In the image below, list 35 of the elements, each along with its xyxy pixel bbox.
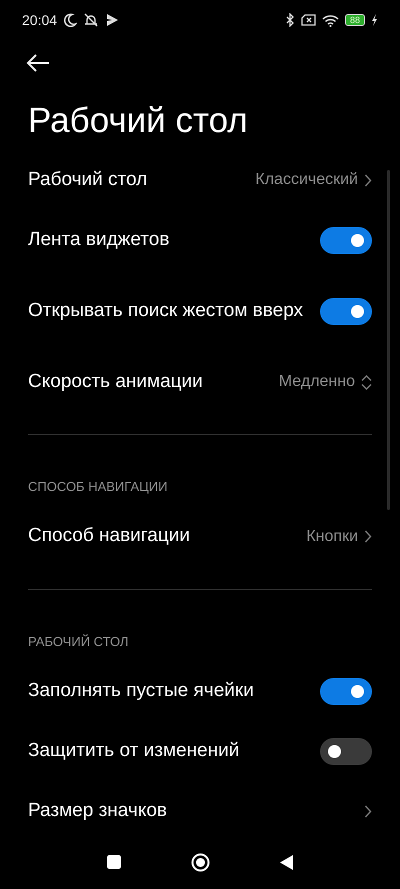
- up-down-chevron-icon: [361, 374, 372, 390]
- wifi-icon: [322, 14, 339, 26]
- section-header: СПОСОБ НАВИГАЦИИ: [27, 478, 168, 496]
- setting-label: Лента виджетов: [28, 228, 170, 252]
- toggle-switch[interactable]: [320, 738, 372, 764]
- no-sim-icon: [300, 14, 316, 26]
- muted-bell-icon: [83, 13, 100, 27]
- chevron-right-icon: [364, 804, 372, 818]
- chevron-right-icon: [364, 174, 372, 186]
- toggle-switch[interactable]: [320, 678, 372, 704]
- setting-label: Открывать поиск жестом вверх: [28, 298, 304, 323]
- recents-button-icon[interactable]: [107, 855, 121, 869]
- setting-label: Способ навигации: [28, 524, 190, 548]
- setting-label: Защитить от изменений: [28, 738, 240, 763]
- moon-icon: [63, 13, 78, 27]
- chevron-right-icon: [364, 530, 372, 543]
- setting-label: Рабочий стол: [28, 168, 148, 192]
- setting-value: Медленно: [278, 372, 355, 392]
- play-icon: [105, 13, 120, 27]
- back-button-icon[interactable]: [280, 854, 293, 870]
- toggle-switch[interactable]: [320, 226, 372, 254]
- setting-label: Скорость анимации: [28, 370, 203, 394]
- battery-indicator: 88: [344, 14, 365, 26]
- page-title: Рабочий стол: [27, 100, 249, 142]
- section-header: РАБОЧИЙ СТОЛ: [27, 632, 130, 650]
- charging-icon: [371, 14, 378, 26]
- bluetooth-icon: [286, 13, 295, 27]
- toggle-switch[interactable]: [320, 298, 372, 324]
- back-arrow-icon[interactable]: [26, 54, 50, 72]
- setting-label: Размер значков: [28, 798, 168, 823]
- status-time: 20:04: [22, 10, 58, 30]
- home-button-icon[interactable]: [191, 852, 210, 872]
- setting-value: Классический: [255, 170, 358, 190]
- setting-label: Заполнять пустые ячейки: [28, 678, 254, 703]
- setting-value: Кнопки: [306, 526, 358, 546]
